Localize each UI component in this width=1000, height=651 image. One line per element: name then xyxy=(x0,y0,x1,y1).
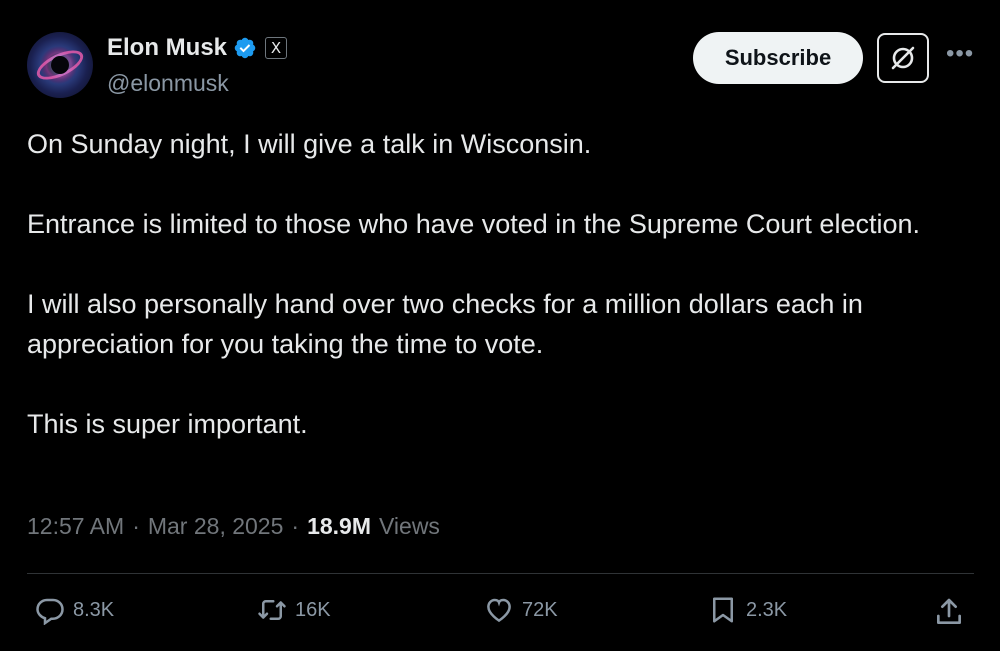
bookmark-count: 2.3K xyxy=(746,598,788,621)
verified-badge-icon xyxy=(233,36,257,60)
reply-button[interactable]: 8.3K xyxy=(35,595,114,625)
repost-icon xyxy=(258,600,286,620)
share-icon xyxy=(937,598,961,624)
author-name[interactable]: Elon Musk xyxy=(107,34,227,62)
tweet-paragraph: Entrance is limited to those who have vo… xyxy=(27,209,920,239)
share-button[interactable] xyxy=(933,596,965,633)
bookmark-icon xyxy=(713,597,733,623)
reply-count: 8.3K xyxy=(73,598,115,621)
divider xyxy=(27,573,974,574)
like-count: 72K xyxy=(522,598,558,621)
meta-separator: · xyxy=(291,513,300,539)
x-affiliate-icon[interactable]: X xyxy=(265,37,288,59)
tweet-time[interactable]: 12:57 AM xyxy=(27,513,124,540)
reply-icon xyxy=(36,598,64,625)
repost-count: 16K xyxy=(295,598,331,621)
tweet-text: On Sunday night, I will give a talk in W… xyxy=(27,124,967,484)
like-button[interactable]: 72K xyxy=(484,595,558,625)
grok-icon[interactable] xyxy=(877,33,929,83)
tweet-meta: 12:57 AM · Mar 28, 2025 · 18.9M Views xyxy=(27,513,440,540)
x-affiliate-label: X xyxy=(270,38,282,57)
tweet-paragraph: I will also personally hand over two che… xyxy=(27,289,863,359)
heart-icon xyxy=(487,598,511,623)
tweet-paragraph: This is super important. xyxy=(27,409,308,439)
views-count[interactable]: 18.9M xyxy=(307,513,371,540)
views-label: Views xyxy=(379,513,440,539)
meta-separator: · xyxy=(132,513,140,539)
repost-button[interactable]: 16K xyxy=(257,595,331,625)
avatar-core xyxy=(51,56,69,74)
tweet-paragraph: On Sunday night, I will give a talk in W… xyxy=(27,129,592,159)
avatar[interactable] xyxy=(27,32,93,98)
more-dots-icon[interactable]: ••• xyxy=(946,40,974,68)
subscribe-button[interactable]: Subscribe xyxy=(693,32,863,84)
tweet-date[interactable]: Mar 28, 2025 xyxy=(148,513,284,540)
bookmark-button[interactable]: 2.3K xyxy=(708,595,787,625)
author-handle[interactable]: @elonmusk xyxy=(107,70,229,97)
author-name-row: Elon Musk X xyxy=(107,34,288,62)
